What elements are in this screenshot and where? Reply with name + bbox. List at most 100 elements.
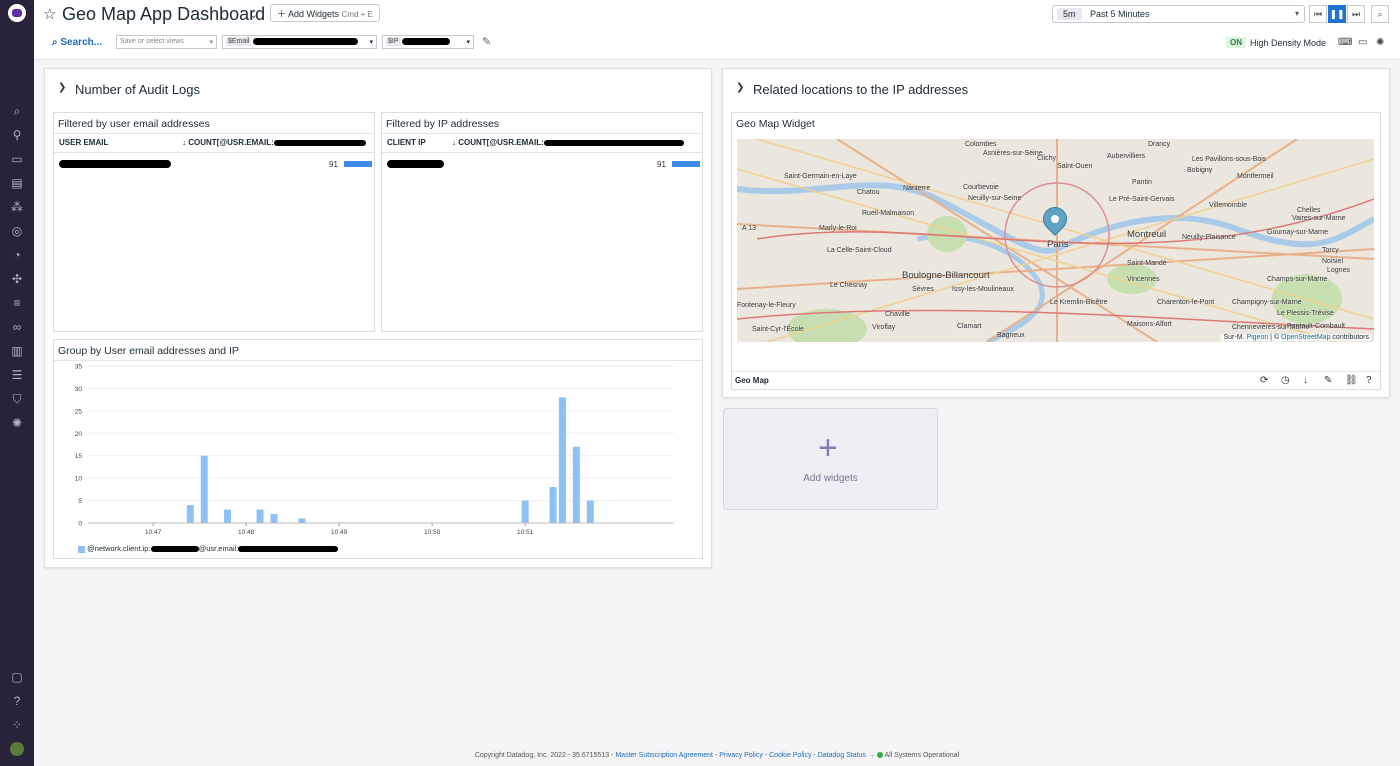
chart-bar[interactable]	[270, 514, 278, 523]
link-icon[interactable]: ⛓	[1345, 375, 1358, 386]
gear-icon[interactable]: ✺	[10, 416, 24, 430]
column-header-count[interactable]: ↓ COUNT[@USR.EMAIL:	[182, 138, 366, 147]
footer-link-status[interactable]: Datadog Status →	[818, 752, 875, 759]
chart-bar[interactable]	[586, 500, 594, 523]
map-place-label: Noisiel	[1322, 258, 1344, 265]
rewind-button[interactable]: ⏮	[1309, 5, 1327, 23]
forward-button[interactable]: ⏭	[1347, 5, 1365, 23]
row-count: 91	[657, 160, 666, 169]
sidebar: ⌕ ⚲ ▭ ▤ ⁂ ◎ ◔ ✣ ≡ ∞ ▥ ☰ ⛉ ✺ ▢ ? ⁘	[0, 0, 34, 766]
y-tick-label: 25	[75, 408, 83, 415]
dashboard-title[interactable]: Geo Map App Dashboard	[62, 4, 265, 25]
puzzle-icon[interactable]: ✣	[10, 272, 24, 286]
shield-icon[interactable]: ⛉	[10, 392, 24, 406]
map-place-label: Saint-Ouen	[1057, 163, 1093, 170]
footer-link-privacy[interactable]: Privacy Policy	[719, 752, 763, 759]
chart-bar[interactable]	[549, 487, 557, 523]
row-email-redacted[interactable]	[59, 159, 171, 168]
map-place-label: Paris	[1047, 239, 1069, 250]
plus-icon: +	[818, 429, 838, 467]
footer-link-cookie[interactable]: Cookie Policy	[769, 752, 811, 759]
map-place-label: Chatou	[857, 189, 880, 196]
time-picker[interactable]: 5m Past 5 Minutes ▾	[1052, 5, 1305, 23]
collapse-chevron-icon[interactable]: ❯	[58, 82, 66, 93]
help-icon[interactable]: ?	[1366, 375, 1372, 386]
edit-icon[interactable]: ✎	[482, 35, 491, 48]
row-ip-redacted[interactable]	[387, 159, 444, 168]
high-density-toggle[interactable]: ON	[1226, 37, 1246, 48]
datadog-logo[interactable]	[8, 4, 26, 22]
saved-views-select[interactable]: Save or select views ▾	[116, 35, 217, 49]
map-place-label: Clichy	[1037, 155, 1057, 162]
notebook-icon[interactable]: ▥	[10, 344, 24, 358]
security-icon[interactable]: ☰	[10, 368, 24, 382]
chart-legend[interactable]: @network.client.ip: @usr.email:	[78, 544, 339, 553]
ip-variable[interactable]: $IP ▾	[382, 35, 474, 49]
chart-bar[interactable]	[224, 509, 232, 523]
column-header-user-email[interactable]: USER EMAIL	[59, 138, 108, 147]
collapse-chevron-icon[interactable]: ❯	[736, 82, 744, 93]
widget-title: Filtered by user email addresses	[58, 118, 210, 130]
chart-bar[interactable]	[558, 397, 566, 523]
map-place-label: Fontenay-le-Fleury	[737, 302, 796, 309]
keyboard-icon[interactable]: ⌨	[1338, 37, 1352, 48]
settings-gear-icon[interactable]: ✺	[1376, 37, 1384, 48]
count-bar	[672, 161, 700, 167]
map-place-label: Issy-les-Moulineaux	[952, 286, 1014, 293]
apm-icon[interactable]: ◎	[10, 224, 24, 238]
x-tick-label: 10:50	[424, 529, 441, 536]
add-widgets-button[interactable]: ＋ Add Widgets Cmd + E	[270, 4, 380, 22]
map-place-label: Torcy	[1322, 247, 1339, 254]
add-widgets-tile[interactable]: + Add widgets	[723, 408, 938, 510]
email-variable[interactable]: $Email ▾	[222, 35, 377, 49]
download-icon[interactable]: ↓	[1303, 375, 1308, 386]
star-icon[interactable]: ☆	[43, 5, 56, 23]
team-icon[interactable]: ⁘	[10, 718, 24, 732]
map-place-label: Bagneux	[997, 332, 1025, 339]
widget-ip-toplist: Filtered by IP addresses CLIENT IP ↓ COU…	[381, 112, 703, 332]
gauge-icon[interactable]: ◔	[10, 248, 24, 262]
geo-map[interactable]: Colombes Asnières-sur-Seine Clichy Saint-Ou…	[737, 139, 1374, 342]
chat-icon[interactable]: ▢	[10, 670, 24, 684]
map-place-label: Montfermeil	[1237, 173, 1274, 180]
map-place-label: Saint-Germain-en-Laye	[784, 173, 857, 180]
column-header-client-ip[interactable]: CLIENT IP	[387, 138, 426, 147]
chart-bar[interactable]	[521, 500, 529, 523]
y-tick-label: 0	[78, 521, 82, 528]
logs-icon[interactable]: ≡	[10, 296, 24, 310]
high-density-label: High Density Mode	[1250, 38, 1327, 48]
map-place-label: Pantin	[1132, 179, 1152, 186]
tv-mode-icon[interactable]: ▭	[1358, 37, 1367, 48]
chevron-down-icon[interactable]: ⌄	[249, 8, 258, 21]
help-icon[interactable]: ?	[10, 694, 24, 708]
map-attribution: Sur-M. Pigeon | © OpenStreetMap contribu…	[1221, 334, 1371, 341]
widget-footer: Geo Map ⟳ ◷ ↓ ✎ ⛓ ?	[732, 371, 1380, 391]
map-place-label: Boulogne-Billancourt	[902, 270, 990, 281]
dashboard-icon[interactable]: ▤	[10, 176, 24, 190]
map-place-label: Vaires-sur-Marne	[1292, 215, 1346, 222]
search-icon[interactable]: ⌕	[10, 104, 24, 118]
clock-icon[interactable]: ◷	[1281, 375, 1290, 386]
link-icon[interactable]: ∞	[10, 320, 24, 334]
pause-button[interactable]: ❚❚	[1328, 5, 1346, 23]
chart-bar[interactable]	[572, 446, 580, 523]
map-place-label: Montreuil	[1127, 229, 1167, 240]
infrastructure-icon[interactable]: ⁂	[10, 200, 24, 214]
edit-icon[interactable]: ✎	[1324, 375, 1332, 386]
chart-bar[interactable]	[298, 518, 306, 523]
group-related-locations: ❯ Related locations to the IP addresses …	[722, 68, 1390, 398]
chart-bar[interactable]	[200, 455, 208, 523]
footer-link-msa[interactable]: Master Subscription Agreement	[615, 752, 713, 759]
refresh-icon[interactable]: ⟳	[1260, 375, 1268, 386]
group-title: Related locations to the IP addresses	[753, 82, 969, 97]
zoom-icon[interactable]: ⌕	[1371, 5, 1389, 23]
binoculars-icon[interactable]: ⚲	[10, 128, 24, 142]
monitor-icon[interactable]: ▭	[10, 152, 24, 166]
chart-bar[interactable]	[256, 509, 264, 523]
chart-bar[interactable]	[186, 505, 194, 523]
map-place-label: Saint-Mandé	[1127, 260, 1167, 267]
bar-chart[interactable]: 0 5 10 15 20 25 30 35 10:47 10:48 10:49 10:50 10:51	[54, 340, 704, 560]
search-link[interactable]: ⌕ Search...	[52, 37, 102, 48]
map-place-label: Aubervilliers	[1107, 153, 1146, 160]
column-header-count[interactable]: ↓ COUNT[@USR.EMAIL:	[452, 138, 684, 147]
